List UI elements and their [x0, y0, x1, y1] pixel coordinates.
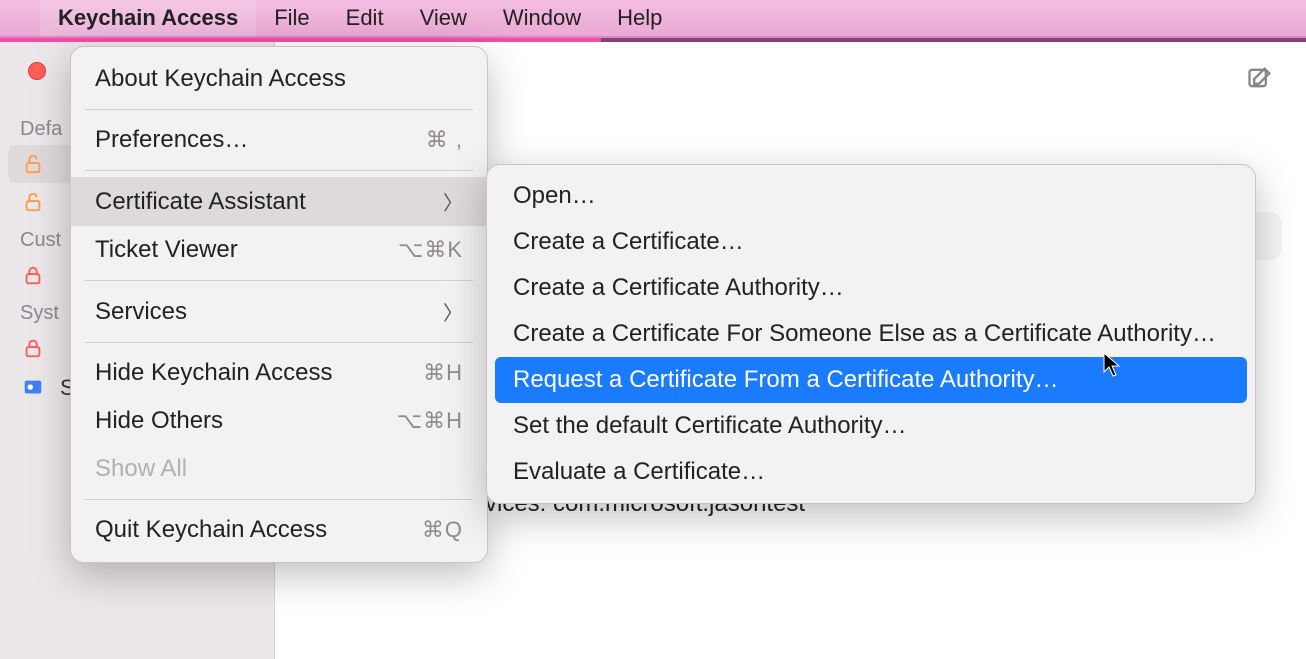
menu-help[interactable]: Help — [599, 0, 680, 36]
chevron-right-icon: 〉 — [443, 187, 463, 216]
lock-closed-icon — [20, 264, 46, 286]
menu-app[interactable]: Keychain Access — [40, 0, 256, 36]
submenu-item-evaluate[interactable]: Evaluate a Certificate… — [487, 449, 1255, 495]
menu-item-certificate-assistant[interactable]: Certificate Assistant〉 — [71, 177, 487, 226]
submenu-item-create-ca[interactable]: Create a Certificate Authority… — [487, 265, 1255, 311]
lock-open-icon — [20, 153, 46, 175]
app-menu: About Keychain Access Preferences…⌘ , Ce… — [70, 46, 488, 563]
compose-icon[interactable] — [1246, 64, 1274, 92]
menu-item-about[interactable]: About Keychain Access — [71, 55, 487, 103]
menu-edit[interactable]: Edit — [328, 0, 402, 36]
lock-closed-icon — [20, 337, 46, 359]
submenu-item-request-cert[interactable]: Request a Certificate From a Certificate… — [495, 357, 1247, 403]
menu-file[interactable]: File — [256, 0, 327, 36]
submenu-item-create-for-someone[interactable]: Create a Certificate For Someone Else as… — [487, 311, 1255, 357]
lock-open-icon — [20, 191, 46, 213]
menu-view[interactable]: View — [402, 0, 485, 36]
menu-item-quit[interactable]: Quit Keychain Access⌘Q — [71, 506, 487, 554]
certificate-icon — [20, 377, 46, 399]
menu-item-preferences[interactable]: Preferences…⌘ , — [71, 116, 487, 164]
menu-item-show-all: Show All — [71, 445, 487, 493]
submenu-item-set-default-ca[interactable]: Set the default Certificate Authority… — [487, 403, 1255, 449]
menu-item-services[interactable]: Services〉 — [71, 287, 487, 336]
chevron-right-icon: 〉 — [443, 297, 463, 326]
menu-item-hide[interactable]: Hide Keychain Access⌘H — [71, 349, 487, 397]
submenu-item-create-cert[interactable]: Create a Certificate… — [487, 219, 1255, 265]
close-window-button[interactable] — [28, 62, 46, 80]
menubar: Keychain Access File Edit View Window He… — [0, 0, 1306, 38]
submenu-item-open[interactable]: Open… — [487, 173, 1255, 219]
certificate-assistant-submenu: Open… Create a Certificate… Create a Cer… — [486, 164, 1256, 504]
menu-item-ticket-viewer[interactable]: Ticket Viewer⌥⌘K — [71, 226, 487, 274]
menu-item-hide-others[interactable]: Hide Others⌥⌘H — [71, 397, 487, 445]
menu-window[interactable]: Window — [485, 0, 599, 36]
